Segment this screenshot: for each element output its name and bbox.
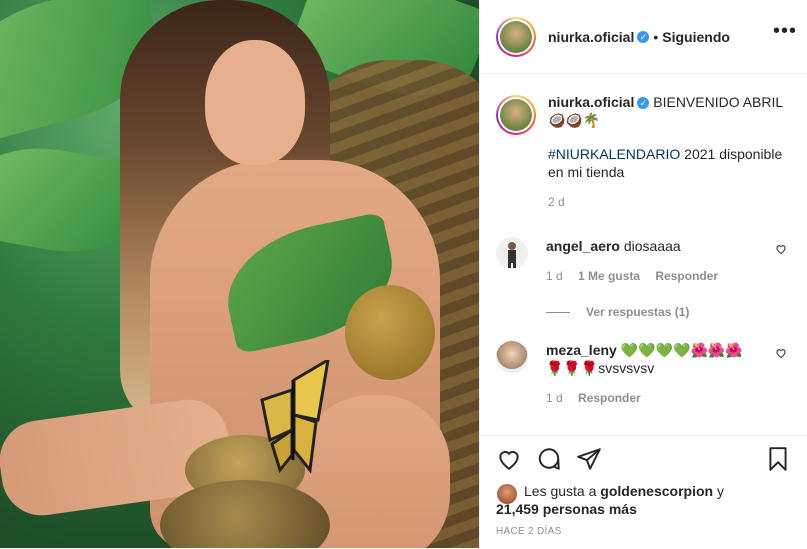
reply-button[interactable]: Responder — [655, 269, 718, 283]
caption: niurka.oficial ✓ BIENVENIDO ABRIL 🥥🥥🌴 #NI… — [480, 75, 807, 209]
following-button[interactable]: Siguiendo — [662, 29, 730, 45]
comment-username[interactable]: angel_aero — [546, 238, 620, 254]
reply-button[interactable]: Responder — [578, 391, 641, 405]
face — [205, 40, 305, 165]
comment-text: diosaaaa — [623, 238, 681, 254]
comments-list[interactable]: niurka.oficial ✓ BIENVENIDO ABRIL 🥥🥥🌴 #NI… — [480, 75, 807, 435]
comment-time[interactable]: 1 d — [546, 269, 563, 283]
coconut — [345, 285, 435, 380]
send-icon[interactable] — [576, 446, 602, 472]
verified-icon: ✓ — [637, 97, 650, 109]
comment-item: meza_leny 💚💚💚💚🌺🌺🌺 🌹🌹🌹svsvsvsv 1 d Respon… — [480, 319, 807, 405]
bookmark-icon[interactable] — [765, 446, 791, 472]
author-username[interactable]: niurka.oficial — [548, 29, 634, 45]
comment-text: 💚💚💚💚🌺🌺🌺 — [620, 342, 743, 358]
likes-mid: y — [713, 483, 724, 499]
likes-count[interactable]: 21,459 personas más — [496, 501, 637, 517]
heart-icon[interactable] — [496, 446, 522, 472]
author-avatar[interactable] — [496, 16, 536, 57]
comment-username[interactable]: meza_leny — [546, 342, 617, 358]
post-sidebar: niurka.oficial ✓ • Siguiendo ••• niurka.… — [479, 0, 807, 548]
separator-dot: • — [653, 28, 659, 45]
caption-time: 2 d — [548, 195, 565, 209]
more-horizontal-icon[interactable]: ••• — [773, 21, 797, 41]
comment-heart-icon[interactable] — [775, 347, 787, 359]
commenter-avatar[interactable] — [496, 237, 528, 269]
comment-likes[interactable]: 1 Me gusta — [578, 269, 640, 283]
comment-heart-icon[interactable] — [775, 243, 787, 255]
verified-icon: ✓ — [637, 30, 650, 43]
instagram-post: niurka.oficial ✓ • Siguiendo ••• niurka.… — [0, 0, 807, 548]
posted-ago[interactable]: HACE 2 DÍAS — [480, 518, 807, 545]
comment-item: angel_aero diosaaaa 1 d 1 Me gusta Respo… — [480, 209, 807, 283]
caption-text-2: #NIURKALENDARIO 2021 disponible en mi ti… — [548, 145, 788, 181]
caption-text: niurka.oficial ✓ BIENVENIDO ABRIL 🥥🥥🌴 — [548, 93, 788, 129]
post-header: niurka.oficial ✓ • Siguiendo ••• — [480, 0, 807, 74]
likes-summary: Les gusta a goldenescorpion y 21,459 per… — [480, 472, 807, 518]
likes-prefix: Les gusta a — [524, 483, 601, 499]
comment-icon[interactable] — [536, 446, 562, 472]
liker-username[interactable]: goldenescorpion — [600, 483, 713, 499]
post-actions: Les gusta a goldenescorpion y 21,459 per… — [480, 435, 807, 549]
caption-username[interactable]: niurka.oficial — [548, 94, 634, 110]
hashtag-link[interactable]: #NIURKALENDARIO — [548, 146, 680, 162]
view-replies-button[interactable]: Ver respuestas (1) — [546, 305, 807, 319]
caption-line1: BIENVENIDO ABRIL — [653, 94, 784, 110]
comment-time[interactable]: 1 d — [546, 391, 563, 405]
view-replies-label: Ver respuestas (1) — [586, 305, 690, 319]
caption-emojis: 🥥🥥🌴 — [548, 112, 601, 128]
butterfly — [260, 360, 330, 474]
commenter-avatar[interactable] — [496, 341, 528, 373]
post-photo[interactable] — [0, 0, 479, 548]
liker-avatar[interactable] — [497, 484, 517, 504]
caption-avatar[interactable] — [496, 95, 536, 135]
comment-text-2: 🌹🌹🌹svsvsvsv — [546, 360, 655, 376]
